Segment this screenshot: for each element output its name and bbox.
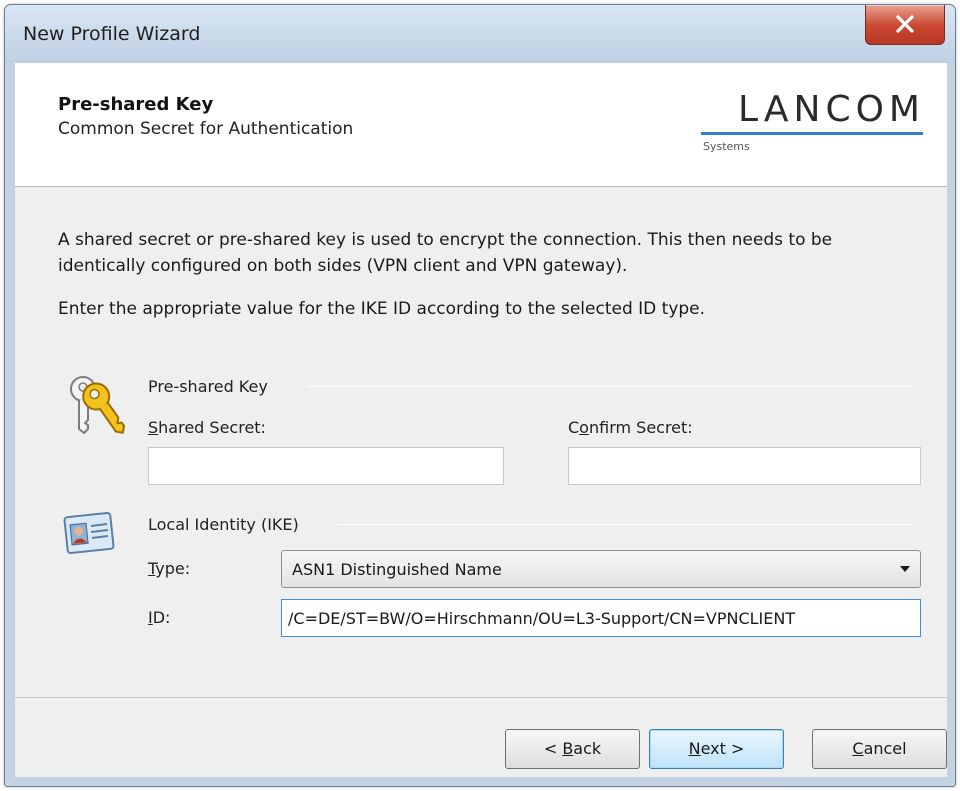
logo-wordmark: LANCOM xyxy=(738,89,925,130)
ike-id-input[interactable] xyxy=(281,599,921,637)
shared-secret-label-text: hared Secret: xyxy=(158,418,266,437)
shared-secret-label: Shared Secret: xyxy=(148,418,266,437)
close-icon xyxy=(896,15,914,33)
page-subtitle: Common Secret for Authentication xyxy=(58,119,354,139)
psk-group-divider xyxy=(307,386,913,387)
cancel-button-label: ancel xyxy=(863,739,907,758)
next-accesskey: N xyxy=(688,739,701,758)
id-label-text: D: xyxy=(152,608,171,627)
confirm-secret-label: Confirm Secret: xyxy=(568,418,693,437)
cancel-button[interactable]: Cancel xyxy=(812,729,947,769)
back-button[interactable]: < Back xyxy=(505,729,640,769)
wizard-window: New Profile Wizard Pre-shared Key Common… xyxy=(4,4,956,787)
instruction-text: Enter the appropriate value for the IKE … xyxy=(58,299,706,319)
title-bar[interactable]: New Profile Wizard xyxy=(5,5,955,63)
confirm-secret-input[interactable] xyxy=(568,447,921,485)
psk-group-label: Pre-shared Key xyxy=(148,377,268,396)
identity-group-divider xyxy=(337,524,913,525)
page-title: Pre-shared Key xyxy=(58,94,214,115)
back-button-prefix: < xyxy=(543,739,563,758)
id-label: ID: xyxy=(148,608,170,627)
lancom-logo: LANCOM Systems xyxy=(693,89,925,159)
window-title: New Profile Wizard xyxy=(23,23,201,45)
intro-text: A shared secret or pre-shared key is use… xyxy=(58,230,833,276)
next-button[interactable]: Next > xyxy=(649,729,784,769)
id-card-icon xyxy=(63,509,117,559)
id-type-selected-value: ASN1 Distinguished Name xyxy=(292,560,502,579)
wizard-header: Pre-shared Key Common Secret for Authent… xyxy=(15,63,947,187)
shared-secret-accesskey: S xyxy=(148,418,159,437)
chevron-down-icon xyxy=(900,566,910,572)
next-button-label: ext > xyxy=(700,739,745,758)
logo-subtext: Systems xyxy=(703,140,750,153)
logo-underline xyxy=(701,132,923,135)
close-button[interactable] xyxy=(865,5,945,45)
confirm-secret-label-first: C xyxy=(568,418,580,437)
confirm-secret-accesskey: o xyxy=(579,418,589,437)
cancel-accesskey: C xyxy=(852,739,864,758)
type-label-text: ype: xyxy=(155,559,191,578)
wizard-footer: < Back Next > Cancel xyxy=(15,697,947,777)
back-button-label: ack xyxy=(573,739,602,758)
key-icon xyxy=(55,369,127,441)
back-accesskey: B xyxy=(562,739,574,758)
type-label: Type: xyxy=(148,559,190,578)
wizard-content: A shared secret or pre-shared key is use… xyxy=(15,187,947,697)
confirm-secret-label-text: nfirm Secret: xyxy=(588,418,693,437)
shared-secret-input[interactable] xyxy=(148,447,504,485)
identity-group-label: Local Identity (IKE) xyxy=(148,515,299,534)
id-type-select[interactable]: ASN1 Distinguished Name xyxy=(281,550,921,588)
